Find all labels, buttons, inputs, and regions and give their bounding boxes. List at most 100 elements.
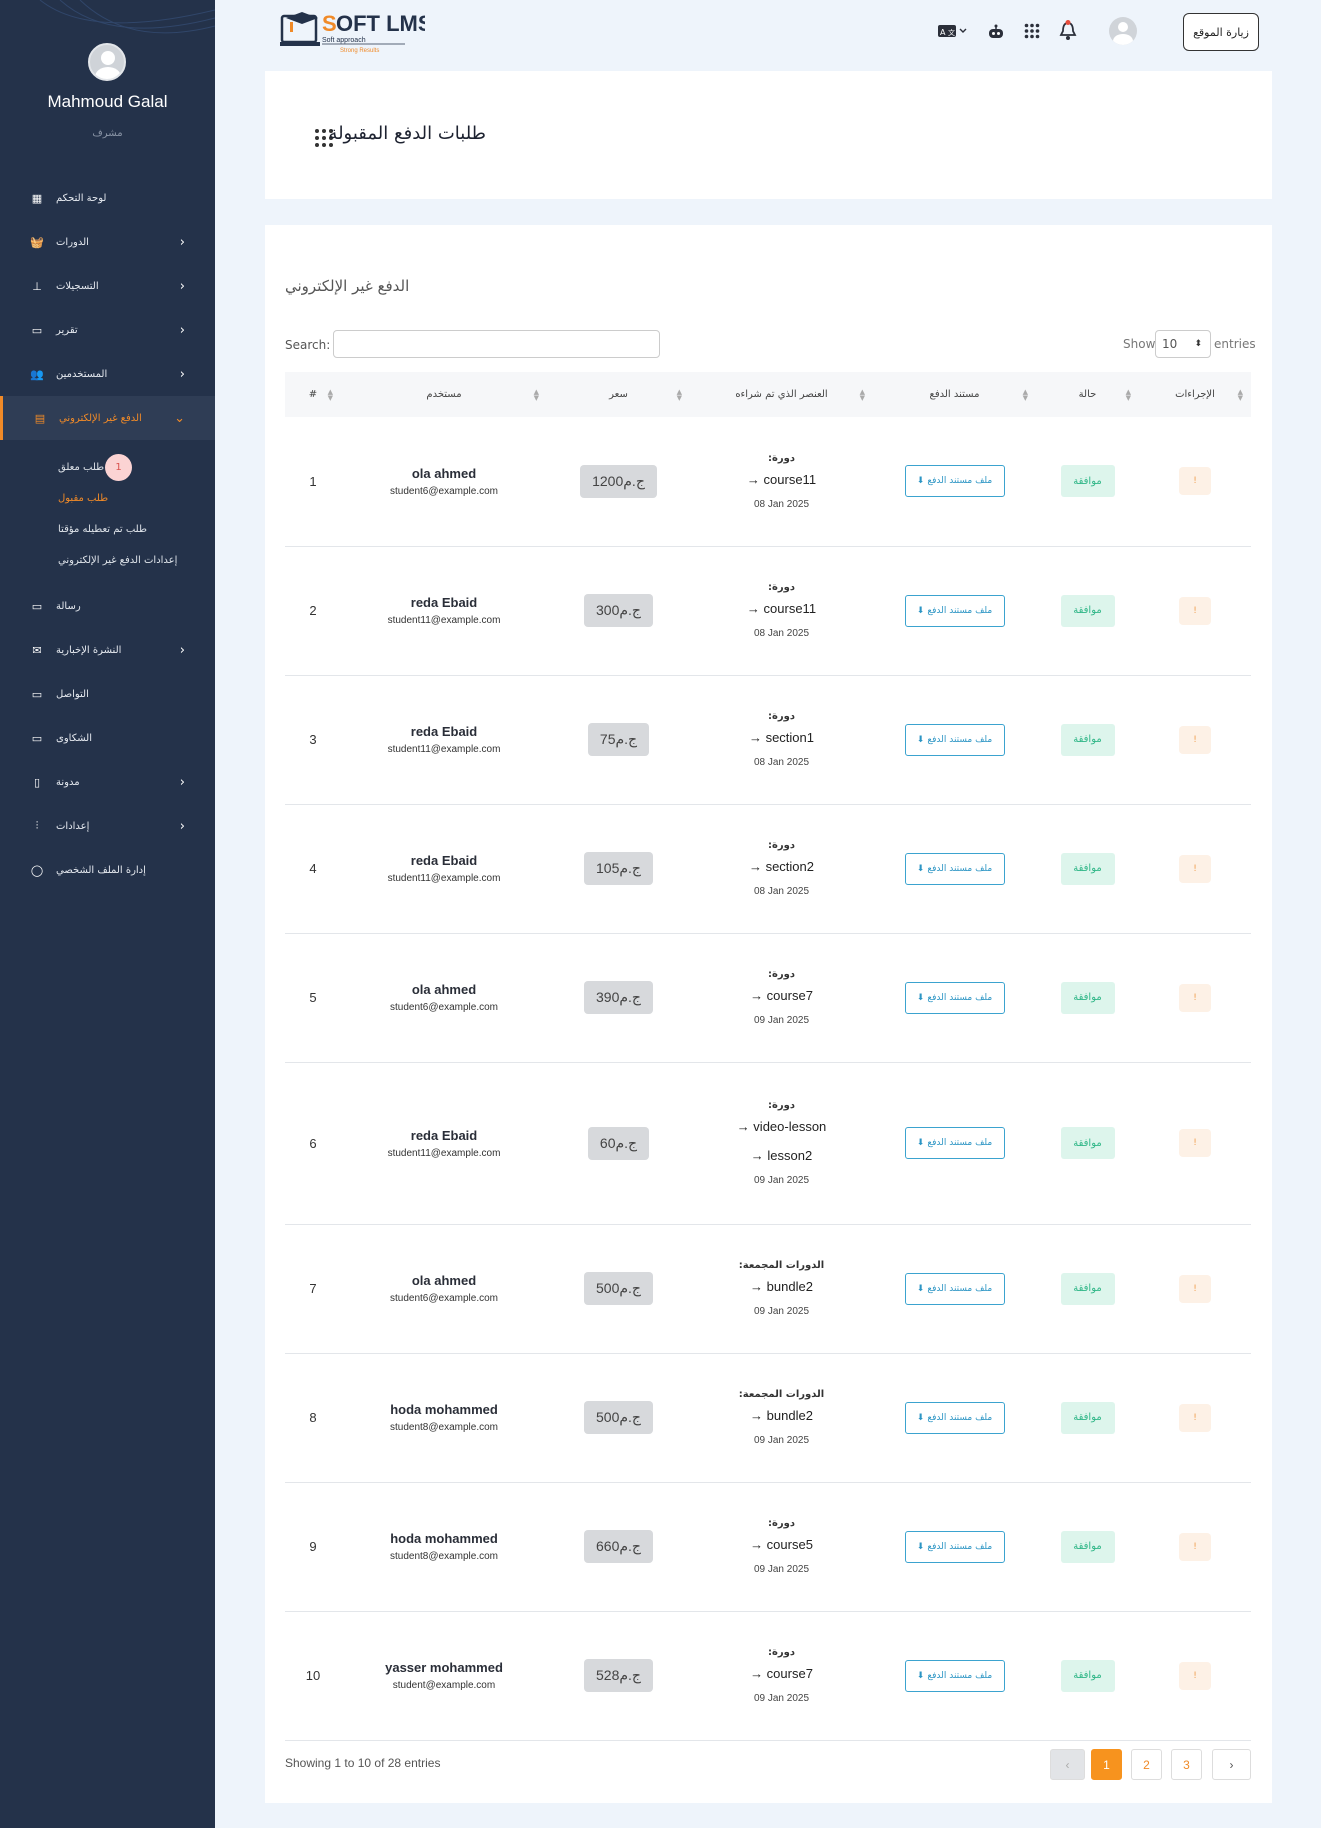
sidebar-item[interactable]: 🧺 الدورات › — [0, 220, 215, 264]
actions-button[interactable]: ! — [1179, 596, 1211, 625]
download-document-button[interactable]: ⬇ ملف مستند الدفع — [904, 1127, 1005, 1159]
page-title-card: طلبات الدفع المقبولة — [265, 71, 1272, 199]
download-document-button[interactable]: ⬇ ملف مستند الدفع — [904, 594, 1005, 627]
entries-select[interactable]: 10 ⬍ — [1155, 330, 1211, 358]
status-badge: موافقة — [1060, 465, 1115, 498]
sidebar-item[interactable]: ✉ النشرة الإخبارية › — [0, 628, 215, 672]
sidebar-subitem[interactable]: إعدادات الدفع غير الإلكتروني — [0, 545, 215, 576]
robot-icon[interactable] — [985, 20, 1007, 42]
download-document-button[interactable]: ⬇ ملف مستند الدفع — [904, 852, 1005, 885]
page-button-1[interactable]: 1 — [1091, 1749, 1122, 1780]
next-page-button[interactable]: › — [1212, 1749, 1251, 1780]
column-header-item[interactable]: العنصر الذي تم شراءه ▲ ▼ — [690, 372, 873, 417]
sidebar-subitem[interactable]: طلب تم تعطيله مؤقتا — [0, 514, 215, 545]
svg-text:S: S — [322, 11, 337, 36]
sidebar-item[interactable]: ▤ الدفع غير الإلكتروني ⌄ — [0, 396, 215, 440]
sidebar-subitem[interactable]: طلب معلق 1 — [0, 452, 215, 483]
sliders-icon: ⫶ — [35, 819, 39, 832]
purchased-item-link[interactable]: → course11 — [690, 472, 873, 487]
purchased-item-link[interactable]: → course5 — [690, 1537, 873, 1552]
visit-site-button[interactable]: زيارة الموقع — [1183, 13, 1259, 51]
price-cell: ج.م500 — [547, 1224, 690, 1353]
item-cell: دورة: → section1 08 Jan 2025 — [690, 675, 873, 804]
actions-button[interactable]: ! — [1179, 1532, 1211, 1561]
item-type: دورة: — [767, 840, 795, 851]
actions-cell: ! — [1139, 1482, 1251, 1611]
item-type: دورة: — [767, 452, 795, 464]
actions-button[interactable]: ! — [1179, 1274, 1211, 1303]
column-header-doc[interactable]: مستند الدفع ▲ ▼ — [873, 372, 1036, 417]
sidebar-subitem-label: إعدادات الدفع غير الإلكتروني — [58, 555, 178, 566]
download-document-button[interactable]: ⬇ ملف مستند الدفع — [904, 1272, 1005, 1305]
price-badge: ج.م390 — [584, 981, 653, 1014]
sidebar-item[interactable]: ⫶ إعدادات › — [0, 804, 215, 848]
chevron-right-icon: › — [179, 366, 185, 382]
envelope-open-icon: ✉ — [32, 643, 42, 657]
download-document-button[interactable]: ⬇ ملف مستند الدفع — [904, 1530, 1005, 1563]
download-document-label: ملف مستند الدفع — [927, 1541, 993, 1552]
column-header-user[interactable]: مستخدم ▲ ▼ — [341, 372, 547, 417]
apps-grid-icon[interactable] — [1021, 20, 1043, 42]
download-document-button[interactable]: ⬇ ملف مستند الدفع — [904, 1401, 1005, 1434]
doc-cell: ⬇ ملف مستند الدفع — [873, 1611, 1036, 1740]
page-button-2[interactable]: 2 — [1131, 1749, 1162, 1780]
purchased-item-link[interactable]: → bundle2 — [690, 1279, 873, 1294]
purchased-item-link[interactable]: → lesson2 — [690, 1148, 873, 1163]
header-avatar[interactable] — [1109, 17, 1137, 45]
price-cell: ج.م500 — [547, 1353, 690, 1482]
column-header-price[interactable]: سعر ▲ ▼ — [547, 372, 690, 417]
actions-button[interactable]: ! — [1179, 1403, 1211, 1432]
download-icon: ⬇ — [916, 1412, 925, 1423]
sidebar-item[interactable]: ▯ مدونة › — [0, 760, 215, 804]
notification-bell-icon[interactable] — [1057, 20, 1079, 42]
sidebar-item[interactable]: ▦ لوحة التحكم — [0, 176, 215, 220]
actions-button[interactable]: ! — [1179, 854, 1211, 883]
soft-lms-logo[interactable]: S OFT LMS Soft approach Strong Results — [280, 6, 425, 54]
actions-button[interactable]: ! — [1179, 983, 1211, 1012]
column-header-status[interactable]: حالة ▲ ▼ — [1036, 372, 1139, 417]
user-name: reda Ebaid — [410, 595, 478, 610]
download-document-button[interactable]: ⬇ ملف مستند الدفع — [904, 1659, 1005, 1692]
actions-button[interactable]: ! — [1179, 725, 1211, 754]
prev-page-button[interactable]: ‹ — [1050, 1749, 1085, 1780]
sidebar-item[interactable]: ▭ الشكاوى — [0, 716, 215, 760]
download-document-button[interactable]: ⬇ ملف مستند الدفع — [904, 981, 1005, 1014]
purchased-item-link[interactable]: → section1 — [690, 730, 873, 745]
download-document-label: ملف مستند الدفع — [927, 992, 993, 1003]
purchased-item-link[interactable]: → bundle2 — [690, 1408, 873, 1423]
sidebar-item[interactable]: ▭ تقرير › — [0, 308, 215, 352]
status-cell: موافقة — [1036, 1353, 1139, 1482]
sidebar-item[interactable]: ▭ التواصل — [0, 672, 215, 716]
table-row: 5 ola ahmed student6@example.com ج.م390 دورة… — [285, 933, 1251, 1062]
purchased-item-link[interactable]: → course7 — [690, 988, 873, 1003]
column-header-actions[interactable]: الإجراءات ▲ ▼ — [1139, 372, 1251, 417]
basket-icon: 🧺 — [30, 235, 44, 249]
download-document-label: ملف مستند الدفع — [927, 863, 993, 874]
actions-button[interactable]: ! — [1179, 1129, 1211, 1157]
table-row: 8 hoda mohammed student8@example.com ج.م500… — [285, 1353, 1251, 1482]
purchased-item-link[interactable]: → video-lesson — [690, 1119, 873, 1134]
search-label: Search: — [285, 338, 331, 352]
download-document-label: ملف مستند الدفع — [927, 1283, 993, 1294]
sidebar-item[interactable]: ▭ رسالة — [0, 584, 215, 628]
purchased-item-link[interactable]: → course7 — [690, 1666, 873, 1681]
download-document-button[interactable]: ⬇ ملف مستند الدفع — [904, 723, 1005, 756]
search-input[interactable] — [333, 330, 660, 358]
user-email: student11@example.com — [387, 873, 501, 884]
sidebar-item[interactable]: ◯ إدارة الملف الشخصي — [0, 848, 215, 892]
download-document-button[interactable]: ⬇ ملف مستند الدفع — [904, 465, 1005, 498]
actions-cell: ! — [1139, 933, 1251, 1062]
sidebar-item[interactable]: 👥 المستخدمين › — [0, 352, 215, 396]
sidebar-item[interactable]: ⊥ التسجيلات › — [0, 264, 215, 308]
price-cell: ج.م300 — [547, 546, 690, 675]
sidebar-subitem[interactable]: طلب مقبول — [0, 483, 215, 514]
page-button-3[interactable]: 3 — [1171, 1749, 1202, 1780]
actions-button[interactable]: ! — [1179, 1661, 1211, 1690]
language-icon[interactable]: A文 — [936, 20, 970, 42]
actions-button[interactable]: ! — [1179, 467, 1211, 496]
purchased-item-link[interactable]: → section2 — [690, 859, 873, 874]
purchased-item-link[interactable]: → course11 — [690, 601, 873, 616]
user-name: hoda mohammed — [390, 1531, 498, 1546]
user-cell: reda Ebaid student11@example.com — [341, 1062, 547, 1224]
column-header-num[interactable]: # ▲ ▼ — [285, 372, 341, 417]
